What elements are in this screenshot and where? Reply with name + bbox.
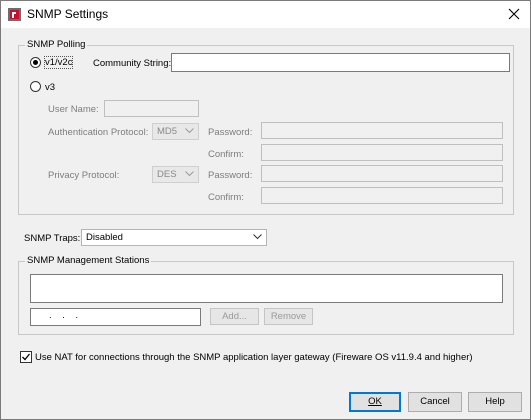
privacy-password-input[interactable] [261,165,503,182]
user-name-label: User Name: [48,104,99,115]
ip-dots: . . . [49,310,79,321]
auth-password-input[interactable] [261,122,503,139]
auth-protocol-value: MD5 [157,126,178,137]
add-button[interactable]: Add... [210,308,259,325]
privacy-confirm-label: Confirm: [208,192,244,203]
community-string-label: Community String: [93,58,172,69]
chevron-down-icon [185,171,194,177]
v1v2c-label[interactable]: v1/v2c [43,56,74,69]
station-ip-input[interactable]: . . . [30,308,201,326]
use-nat-checkbox[interactable] [20,351,32,363]
privacy-protocol-select[interactable]: DES [152,166,199,183]
privacy-protocol-value: DES [157,169,177,180]
window-title: SNMP Settings [27,7,109,21]
snmp-traps-value: Disabled [86,232,123,243]
auth-confirm-label: Confirm: [208,149,244,160]
chevron-down-icon [253,234,262,240]
use-nat-label[interactable]: Use NAT for connections through the SNMP… [35,352,473,363]
help-button[interactable]: Help [468,392,522,412]
privacy-confirm-input[interactable] [261,187,503,204]
ok-button[interactable]: OK [349,392,401,412]
firebox-logo-icon [8,8,21,21]
checkmark-icon [22,353,31,361]
auth-password-label: Password: [208,127,253,138]
privacy-protocol-label: Privacy Protocol: [48,170,120,181]
community-string-input[interactable] [171,53,510,72]
stations-list[interactable] [30,274,503,303]
auth-protocol-select[interactable]: MD5 [152,123,199,140]
cancel-button-label: Cancel [420,396,450,407]
snmp-settings-dialog: SNMP Settings SNMP Polling v1/v2c Commun… [0,0,531,420]
v3-radio[interactable] [30,81,41,92]
auth-confirm-input[interactable] [261,144,503,161]
close-icon[interactable] [501,2,527,26]
help-button-label: Help [485,396,505,407]
radio-dot [33,60,38,65]
remove-button[interactable]: Remove [264,308,313,325]
snmp-traps-select[interactable]: Disabled [81,229,267,246]
privacy-password-label: Password: [208,170,253,181]
snmp-polling-legend: SNMP Polling [25,39,88,50]
chevron-down-icon [185,128,194,134]
auth-protocol-label: Authentication Protocol: [48,127,149,138]
ok-button-label: OK [368,396,382,407]
snmp-management-stations-legend: SNMP Management Stations [25,255,152,266]
user-name-input[interactable] [104,100,199,117]
v1v2c-radio[interactable] [30,57,41,68]
snmp-traps-label: SNMP Traps: [24,233,81,244]
cancel-button[interactable]: Cancel [408,392,462,412]
v3-label[interactable]: v3 [45,82,55,93]
title-bar: SNMP Settings [1,1,530,28]
